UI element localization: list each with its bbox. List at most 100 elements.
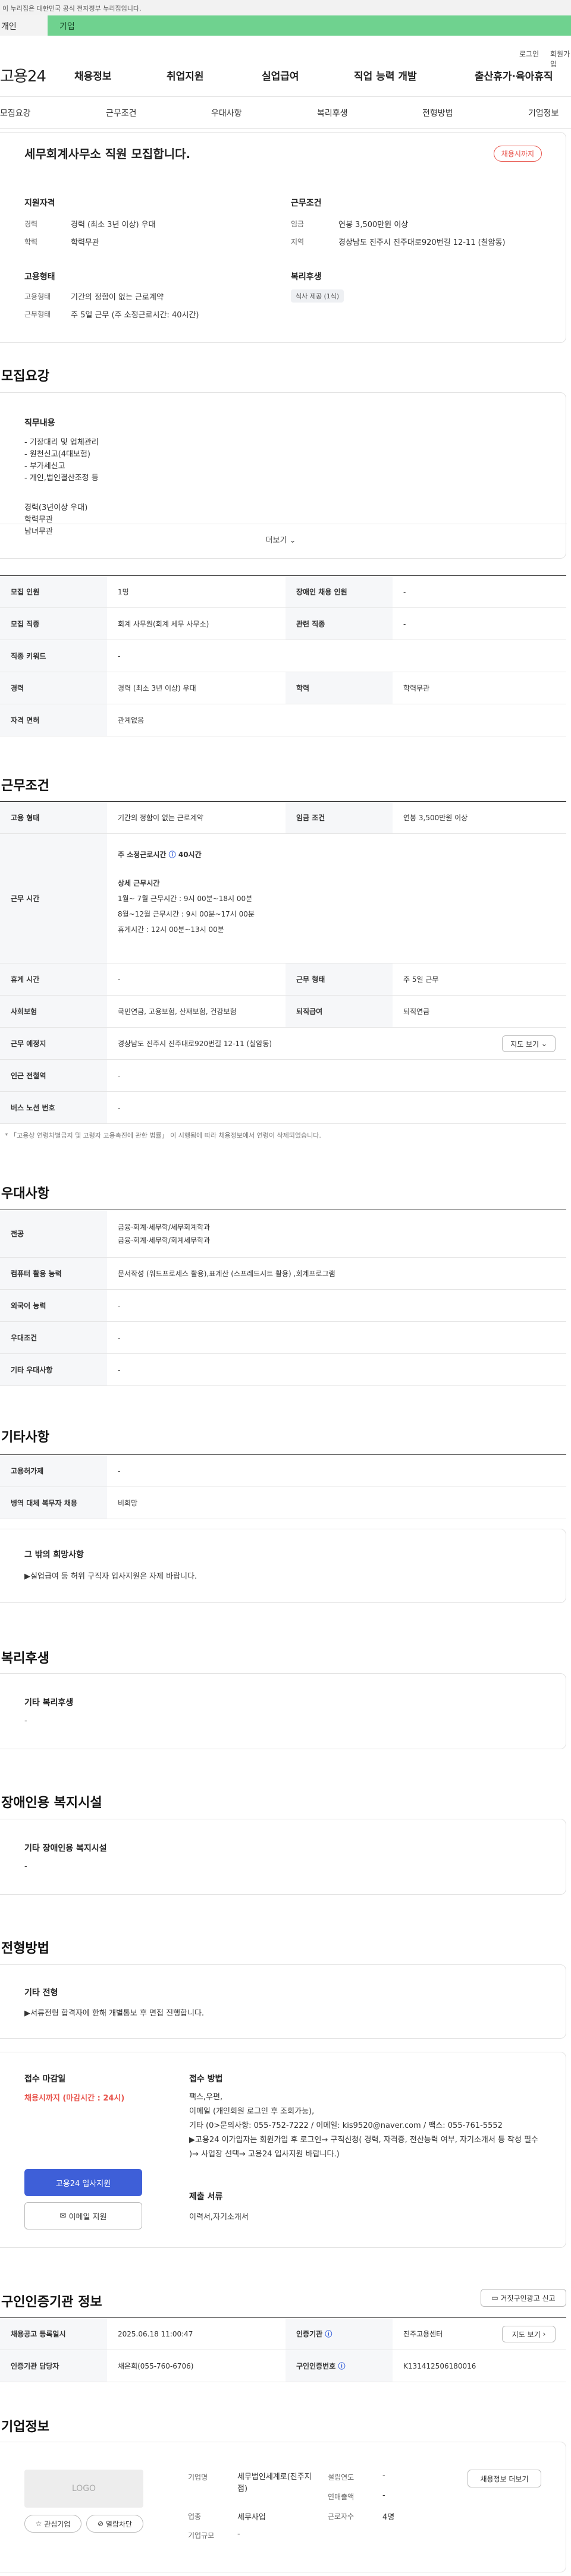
employees-value: 4명 bbox=[382, 2513, 395, 2522]
email-apply-button[interactable]: ✉ 이메일 지원 bbox=[24, 2202, 142, 2229]
tab-personal[interactable]: 개인 bbox=[0, 15, 48, 36]
gnb-item-benefit[interactable]: 실업급여 bbox=[262, 68, 299, 83]
etc-table: 고용허가제 - 병역 대체 복무자 채용 비희망 bbox=[0, 1454, 566, 1519]
size-label: 기업규모 bbox=[188, 2531, 215, 2540]
welfare-title: 복리후생 bbox=[291, 272, 322, 282]
agency-map-label: 지도 보기 bbox=[512, 2330, 541, 2339]
block-company-button[interactable]: ⊘ 열람차단 bbox=[86, 2515, 143, 2533]
work-heading: 근무조건 bbox=[1, 779, 49, 793]
work-time-total: 주 소정근로시간 ⓘ 40시간 bbox=[118, 847, 255, 862]
time-line: 휴게시간 : 12시 00분~13시 00분 bbox=[118, 925, 224, 934]
tab-selection[interactable]: 전형방법 bbox=[422, 107, 453, 119]
deadline-value: 채용시까지 (마감시간 : 24시) bbox=[24, 2094, 125, 2103]
report-button[interactable]: ▭ 거짓구인광고 신고 bbox=[481, 2289, 566, 2307]
disabled-card: 기타 장애인용 복지시설 - bbox=[0, 1819, 566, 1895]
table-cell: - bbox=[118, 1333, 121, 1342]
time-line: 1월~ 7월 근무시간 : 9시 00분~18시 00분 bbox=[118, 895, 253, 903]
sales-value: - bbox=[382, 2491, 385, 2500]
chevron-down-icon: ⌄ bbox=[289, 536, 296, 545]
table-header: 고용 형태 bbox=[0, 802, 107, 833]
login-link[interactable]: 로그인 bbox=[519, 49, 539, 59]
table-row: 전공 금융·회계·세무학/세무회계학과 금융·회계·세무학/회계세무학과 bbox=[0, 1210, 566, 1258]
table-header: 인증기관 담당자 bbox=[0, 2350, 107, 2382]
table-row: 직종 키워드 - bbox=[0, 640, 566, 672]
tab-work[interactable]: 근무조건 bbox=[106, 107, 137, 119]
map-button[interactable]: 지도 보기 ⌄ bbox=[502, 1035, 556, 1052]
more-jobs-button[interactable]: 채용정보 더보기 bbox=[468, 2470, 541, 2487]
table-row: 근무 시간 주 소정근로시간 ⓘ 40시간 상세 근무시간 1월~ 7월 근무시… bbox=[0, 834, 566, 963]
disabled-value: - bbox=[24, 1862, 27, 1871]
info-icon[interactable]: ⓘ bbox=[338, 2361, 345, 2371]
table-header: 직종 키워드 bbox=[0, 640, 107, 672]
welfare-other-value: - bbox=[24, 1717, 27, 1725]
size-value: - bbox=[237, 2530, 240, 2539]
selection-heading: 전형방법 bbox=[1, 1941, 49, 1956]
table-header: 기타 우대사항 bbox=[0, 1354, 107, 1385]
gnb-item-training[interactable]: 직업 능력 개발 bbox=[354, 68, 417, 83]
prefer-table: 전공 금융·회계·세무학/세무회계학과 금융·회계·세무학/회계세무학과 컴퓨터… bbox=[0, 1210, 566, 1386]
table-row: 컴퓨터 활용 능력 문서작성 (워드프로세스 활용),표계산 (스프레드시트 활… bbox=[0, 1258, 566, 1290]
gnb-item-jobs[interactable]: 채용정보 bbox=[74, 68, 112, 83]
table-cell: - bbox=[118, 651, 121, 660]
tab-welfare[interactable]: 복리후생 bbox=[317, 107, 348, 119]
table-cell: - bbox=[118, 1071, 121, 1080]
table-cell: - bbox=[118, 1365, 121, 1374]
founded-label: 설립연도 bbox=[328, 2473, 354, 2481]
selection-other-title: 기타 전형 bbox=[24, 1988, 58, 1998]
site-logo[interactable]: 고용24 bbox=[0, 64, 46, 86]
global-nav: 고용24 채용정보 취업지원 실업급여 직업 능력 개발 출산휴가·육아휴직 bbox=[0, 61, 571, 96]
utility-bar: 로그인 회원가입 bbox=[0, 43, 571, 68]
table-row: 외국어 능력 - bbox=[0, 1290, 566, 1322]
job-title: 세무회계사무소 직원 모집합니다. bbox=[24, 147, 191, 161]
report-label: 거짓구인광고 신고 bbox=[500, 2294, 556, 2303]
hope-title: 그 밖의 희망사항 bbox=[24, 1550, 84, 1560]
tab-company[interactable]: 기업정보 bbox=[528, 107, 559, 119]
gnb-item-leave[interactable]: 출산휴가·육아휴직 bbox=[475, 68, 553, 83]
mail-icon: ✉ bbox=[59, 2211, 67, 2221]
time-detail-title: 상세 근무시간 bbox=[118, 879, 160, 887]
block-label: 열람차단 bbox=[105, 2520, 133, 2528]
hope-card: 그 밖의 희망사항 ▶실업급여 등 허위 구직자 입사지원은 자제 바랍니다. bbox=[0, 1529, 566, 1603]
tab-prefer[interactable]: 우대사항 bbox=[211, 107, 242, 119]
agency-map-button[interactable]: 지도 보기 › bbox=[502, 2326, 556, 2342]
method-text: 팩스,우편, 이메일 (개인회원 로그인 후 조회가능), 기타 (0>문의사항… bbox=[189, 2090, 540, 2162]
docs-value: 이력서,자기소개서 bbox=[189, 2213, 249, 2222]
time-total-label: 주 소정근로시간 bbox=[118, 851, 167, 859]
table-cell: - bbox=[118, 1103, 121, 1112]
tab-company[interactable]: 기업 bbox=[48, 15, 571, 36]
industry-label: 업종 bbox=[188, 2512, 202, 2521]
emp-title: 고용형태 bbox=[24, 272, 55, 282]
map-label: 지도 보기 bbox=[510, 1040, 539, 1048]
table-row: 고용허가제 - bbox=[0, 1455, 566, 1487]
apply-button[interactable]: 고용24 입사지원 bbox=[24, 2169, 142, 2196]
deadline-title: 접수 마감일 bbox=[24, 2074, 66, 2084]
table-header: 임금 조건 bbox=[286, 802, 393, 833]
duty-card: 직무내용 - 기장대리 및 업체관리 - 원천신고(4대보험) - 부가세신고 … bbox=[0, 392, 567, 559]
table-header: 외국어 능력 bbox=[0, 1290, 107, 1321]
tab-recruit[interactable]: 모집요강 bbox=[0, 107, 31, 119]
welfare-card: 기타 복리후생 - bbox=[0, 1673, 566, 1749]
table-cell: - bbox=[403, 619, 406, 628]
duty-line: - 개인,법인결산조정 등 bbox=[24, 474, 99, 483]
table-cell: 주 5일 근무 bbox=[403, 975, 439, 984]
table-header: 사회보험 bbox=[0, 996, 107, 1027]
agency-heading: 구인인증기관 정보 bbox=[1, 2295, 102, 2310]
table-header: 자격 면허 bbox=[0, 704, 107, 736]
sales-label: 연매출액 bbox=[328, 2493, 354, 2501]
table-row: 인증기관 담당자 채은희(055-760-6706) 구인인증번호 ⓘ K131… bbox=[0, 2350, 566, 2382]
table-cell: 경력 (최소 3년 이상) 우대 bbox=[118, 684, 196, 692]
more-button[interactable]: 더보기 ⌄ bbox=[0, 524, 567, 558]
duty-line: - 원천신고(4대보험) bbox=[24, 450, 90, 459]
table-header: 우대조건 bbox=[0, 1322, 107, 1353]
wage-label: 임금 bbox=[291, 220, 305, 228]
table-header: 컴퓨터 활용 능력 bbox=[0, 1258, 107, 1289]
info-icon[interactable]: ⓘ bbox=[325, 2329, 332, 2339]
info-icon[interactable]: ⓘ bbox=[169, 851, 176, 859]
favorite-company-button[interactable]: ☆ 관심기업 bbox=[24, 2515, 81, 2533]
age-note: * 「고용상 연령차별금지 및 고령자 고용촉진에 관한 법률」 이 시행됨에 … bbox=[5, 1132, 321, 1139]
table-header: 근무 형태 bbox=[286, 963, 393, 995]
gov-banner-text: 이 누리집은 대한민국 공식 전자정부 누리집입니다. bbox=[2, 5, 142, 12]
gnb-item-support[interactable]: 취업지원 bbox=[167, 68, 204, 83]
table-row: 경력 경력 (최소 3년 이상) 우대 학력 학력무관 bbox=[0, 672, 566, 704]
table-cell: - bbox=[403, 587, 406, 596]
